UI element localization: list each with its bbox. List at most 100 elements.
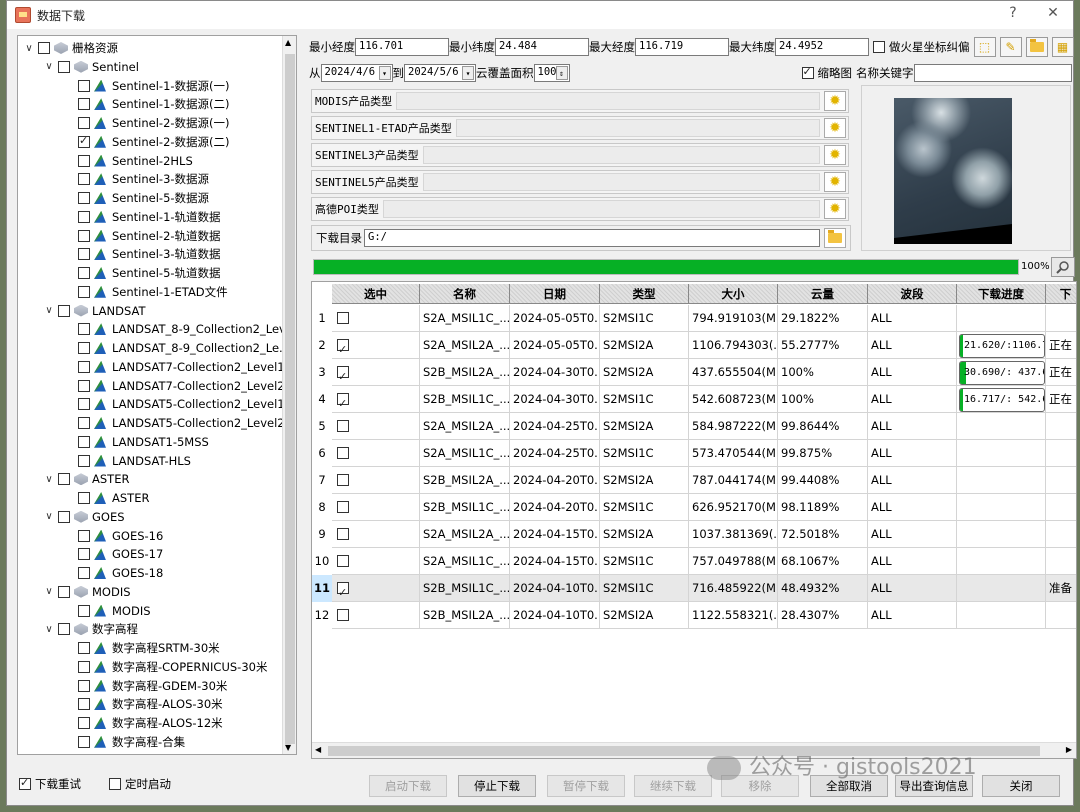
expand-icon[interactable]: ∨ <box>42 305 56 316</box>
table-row[interactable]: 10 S2A_MSIL1C_... 2024-04-15T0... S2MSI1C 75… <box>312 548 1076 575</box>
tree-item[interactable]: GOES-17 <box>62 545 163 563</box>
tree-item[interactable]: ∨ MODIS <box>42 583 130 601</box>
tree-item[interactable]: 数字高程SRTM-30米 <box>62 639 220 657</box>
tree-checkbox[interactable] <box>78 698 90 711</box>
tree-item[interactable]: LANDSAT5-Collection2_Level1 <box>62 395 285 413</box>
resource-tree[interactable]: ∨ 栅格资源 ∨ Sentinel Sentinel-1-数据源(一) Sentinel-… <box>17 35 297 755</box>
select-type-icon[interactable]: ✹ <box>824 172 846 192</box>
row-checkbox[interactable] <box>337 420 349 432</box>
tree-checkbox[interactable] <box>78 173 90 186</box>
tree-item[interactable]: 数字高程-合集 <box>62 733 185 751</box>
row-checkbox[interactable] <box>337 501 349 513</box>
tree-checkbox[interactable] <box>78 604 90 617</box>
tree-item[interactable]: ASTER <box>62 489 149 507</box>
stop-download-button[interactable]: 停止下载 <box>458 775 536 797</box>
tree-checkbox[interactable] <box>78 323 90 336</box>
table-row[interactable]: 5 S2A_MSIL2A_... 2024-04-25T0... S2MSI2A 584… <box>312 413 1076 440</box>
tree-item[interactable]: 数字高程-ALOS-12米 <box>62 714 223 732</box>
tree-checkbox[interactable] <box>78 154 90 167</box>
tree-checkbox[interactable] <box>78 98 90 111</box>
tree-item[interactable]: LANDSAT7-Collection2_Level1 <box>62 358 285 376</box>
grid-select-icon[interactable]: ▦ <box>1051 37 1074 57</box>
row-number[interactable]: 9 <box>312 521 332 548</box>
tree-item[interactable]: LANDSAT-HLS <box>62 452 191 470</box>
tree-checkbox[interactable] <box>78 192 90 204</box>
tree-item[interactable]: ∨ GOES <box>42 508 124 526</box>
pause-download-button[interactable]: 暂停下载 <box>547 775 625 797</box>
table-row[interactable]: 1 S2A_MSIL1C_... 2024-05-05T0... S2MSI1C 794… <box>312 305 1076 332</box>
tree-checkbox[interactable] <box>78 229 90 242</box>
table-row[interactable]: 12 S2B_MSIL2A_... 2024-04-10T0... S2MSI2A 11… <box>312 602 1076 629</box>
row-checkbox[interactable] <box>337 391 349 412</box>
column-header[interactable]: 大小 <box>689 284 778 304</box>
pick-location-icon[interactable]: ✎ <box>999 37 1022 57</box>
column-header[interactable]: 下 <box>1046 284 1076 304</box>
row-checkbox[interactable] <box>337 580 349 601</box>
expand-icon[interactable]: ∨ <box>42 61 56 72</box>
close-window-button[interactable]: ✕ <box>1039 5 1067 25</box>
tree-item[interactable]: Sentinel-2HLS <box>62 152 193 170</box>
row-number[interactable]: 11 <box>312 575 332 602</box>
row-checkbox[interactable] <box>337 364 349 385</box>
tree-item[interactable]: Sentinel-3-数据源 <box>62 170 209 188</box>
select-type-icon[interactable]: ✹ <box>824 145 846 165</box>
tree-item[interactable]: Sentinel-1-ETAD文件 <box>62 283 228 301</box>
tree-item[interactable]: Sentinel-3-轨道数据 <box>62 245 221 263</box>
expand-icon[interactable]: ∨ <box>42 474 56 485</box>
scroll-up-icon[interactable]: ▲ <box>285 38 291 47</box>
expand-icon[interactable]: ∨ <box>42 511 56 522</box>
tree-checkbox[interactable] <box>58 304 70 317</box>
product-type-input[interactable] <box>422 173 820 191</box>
table-row[interactable]: 11 S2B_MSIL1C_...2024-04-10T0...S2MSI1C71… <box>312 575 1076 602</box>
row-checkbox[interactable] <box>337 312 349 324</box>
tree-checkbox[interactable] <box>78 548 90 561</box>
tree-checkbox[interactable] <box>78 379 90 392</box>
tree-scroll-thumb[interactable] <box>285 54 295 744</box>
cloud-cover-stepper[interactable]: 100 ⇕ <box>533 64 570 82</box>
tree-item[interactable]: Sentinel-1-数据源(一) <box>62 77 230 95</box>
tree-checkbox[interactable] <box>78 134 90 148</box>
resume-download-button[interactable]: 继续下载 <box>634 775 712 797</box>
tree-checkbox[interactable] <box>78 210 90 223</box>
tree-item[interactable]: Sentinel-5-轨道数据 <box>62 264 221 282</box>
retry-checkbox[interactable] <box>19 776 31 790</box>
tree-checkbox[interactable] <box>78 360 90 373</box>
tree-item[interactable]: ∨ Sentinel <box>42 58 139 76</box>
tree-checkbox[interactable] <box>38 42 50 54</box>
tree-item[interactable]: GOES-18 <box>62 564 163 582</box>
scroll-right-icon[interactable]: ▶ <box>1066 745 1072 754</box>
tree-item[interactable]: Sentinel-2-数据源(二) <box>62 133 230 151</box>
table-row[interactable]: 6 S2A_MSIL1C_... 2024-04-25T0... S2MSI1C 573… <box>312 440 1076 467</box>
scroll-left-icon[interactable]: ◀ <box>315 745 321 754</box>
tree-checkbox[interactable] <box>78 79 90 92</box>
mars-correction-checkbox[interactable] <box>873 41 885 53</box>
tree-checkbox[interactable] <box>78 567 90 579</box>
select-type-icon[interactable]: ✹ <box>824 199 846 219</box>
tree-item[interactable]: Sentinel-2-数据源(一) <box>62 114 230 132</box>
tree-item[interactable]: ∨ LANDSAT <box>42 302 145 320</box>
tree-item[interactable]: LANDSAT_8-9_Collection2_Le... <box>62 339 290 357</box>
product-type-input[interactable] <box>382 200 820 218</box>
row-number[interactable]: 5 <box>312 413 332 440</box>
row-checkbox[interactable] <box>337 337 349 358</box>
column-header[interactable]: 名称 <box>420 284 510 304</box>
scroll-down-icon[interactable]: ▼ <box>285 743 291 752</box>
tree-checkbox[interactable] <box>78 342 90 354</box>
download-dir-input[interactable]: G:/ <box>364 229 820 247</box>
table-row[interactable]: 2 S2A_MSIL2A_...2024-05-05T0...S2MSI2A110… <box>312 332 1076 359</box>
row-number[interactable]: 7 <box>312 467 332 494</box>
tree-item[interactable]: LANDSAT1-5MSS <box>62 433 209 451</box>
table-row[interactable]: 9 S2A_MSIL2A_... 2024-04-15T0... S2MSI2A 103… <box>312 521 1076 548</box>
tree-item[interactable]: GOES-16 <box>62 527 163 545</box>
tree-item[interactable]: Sentinel-5-数据源 <box>62 189 209 207</box>
browse-folder-icon[interactable] <box>824 228 846 248</box>
tree-item[interactable]: 数字高程-GDEM-30米 <box>62 677 227 695</box>
column-header[interactable]: 下载进度 <box>957 284 1046 304</box>
tree-scrollbar[interactable]: ▲ ▼ <box>282 36 296 754</box>
tree-checkbox[interactable] <box>58 623 70 636</box>
table-row[interactable]: 4 S2B_MSIL1C_...2024-04-30T0...S2MSI1C542… <box>312 386 1076 413</box>
product-type-input[interactable] <box>396 92 820 110</box>
thumbnail-checkbox[interactable] <box>801 65 814 79</box>
max-lat-input[interactable]: 24.4952 <box>775 38 869 56</box>
tree-checkbox[interactable] <box>78 417 90 429</box>
